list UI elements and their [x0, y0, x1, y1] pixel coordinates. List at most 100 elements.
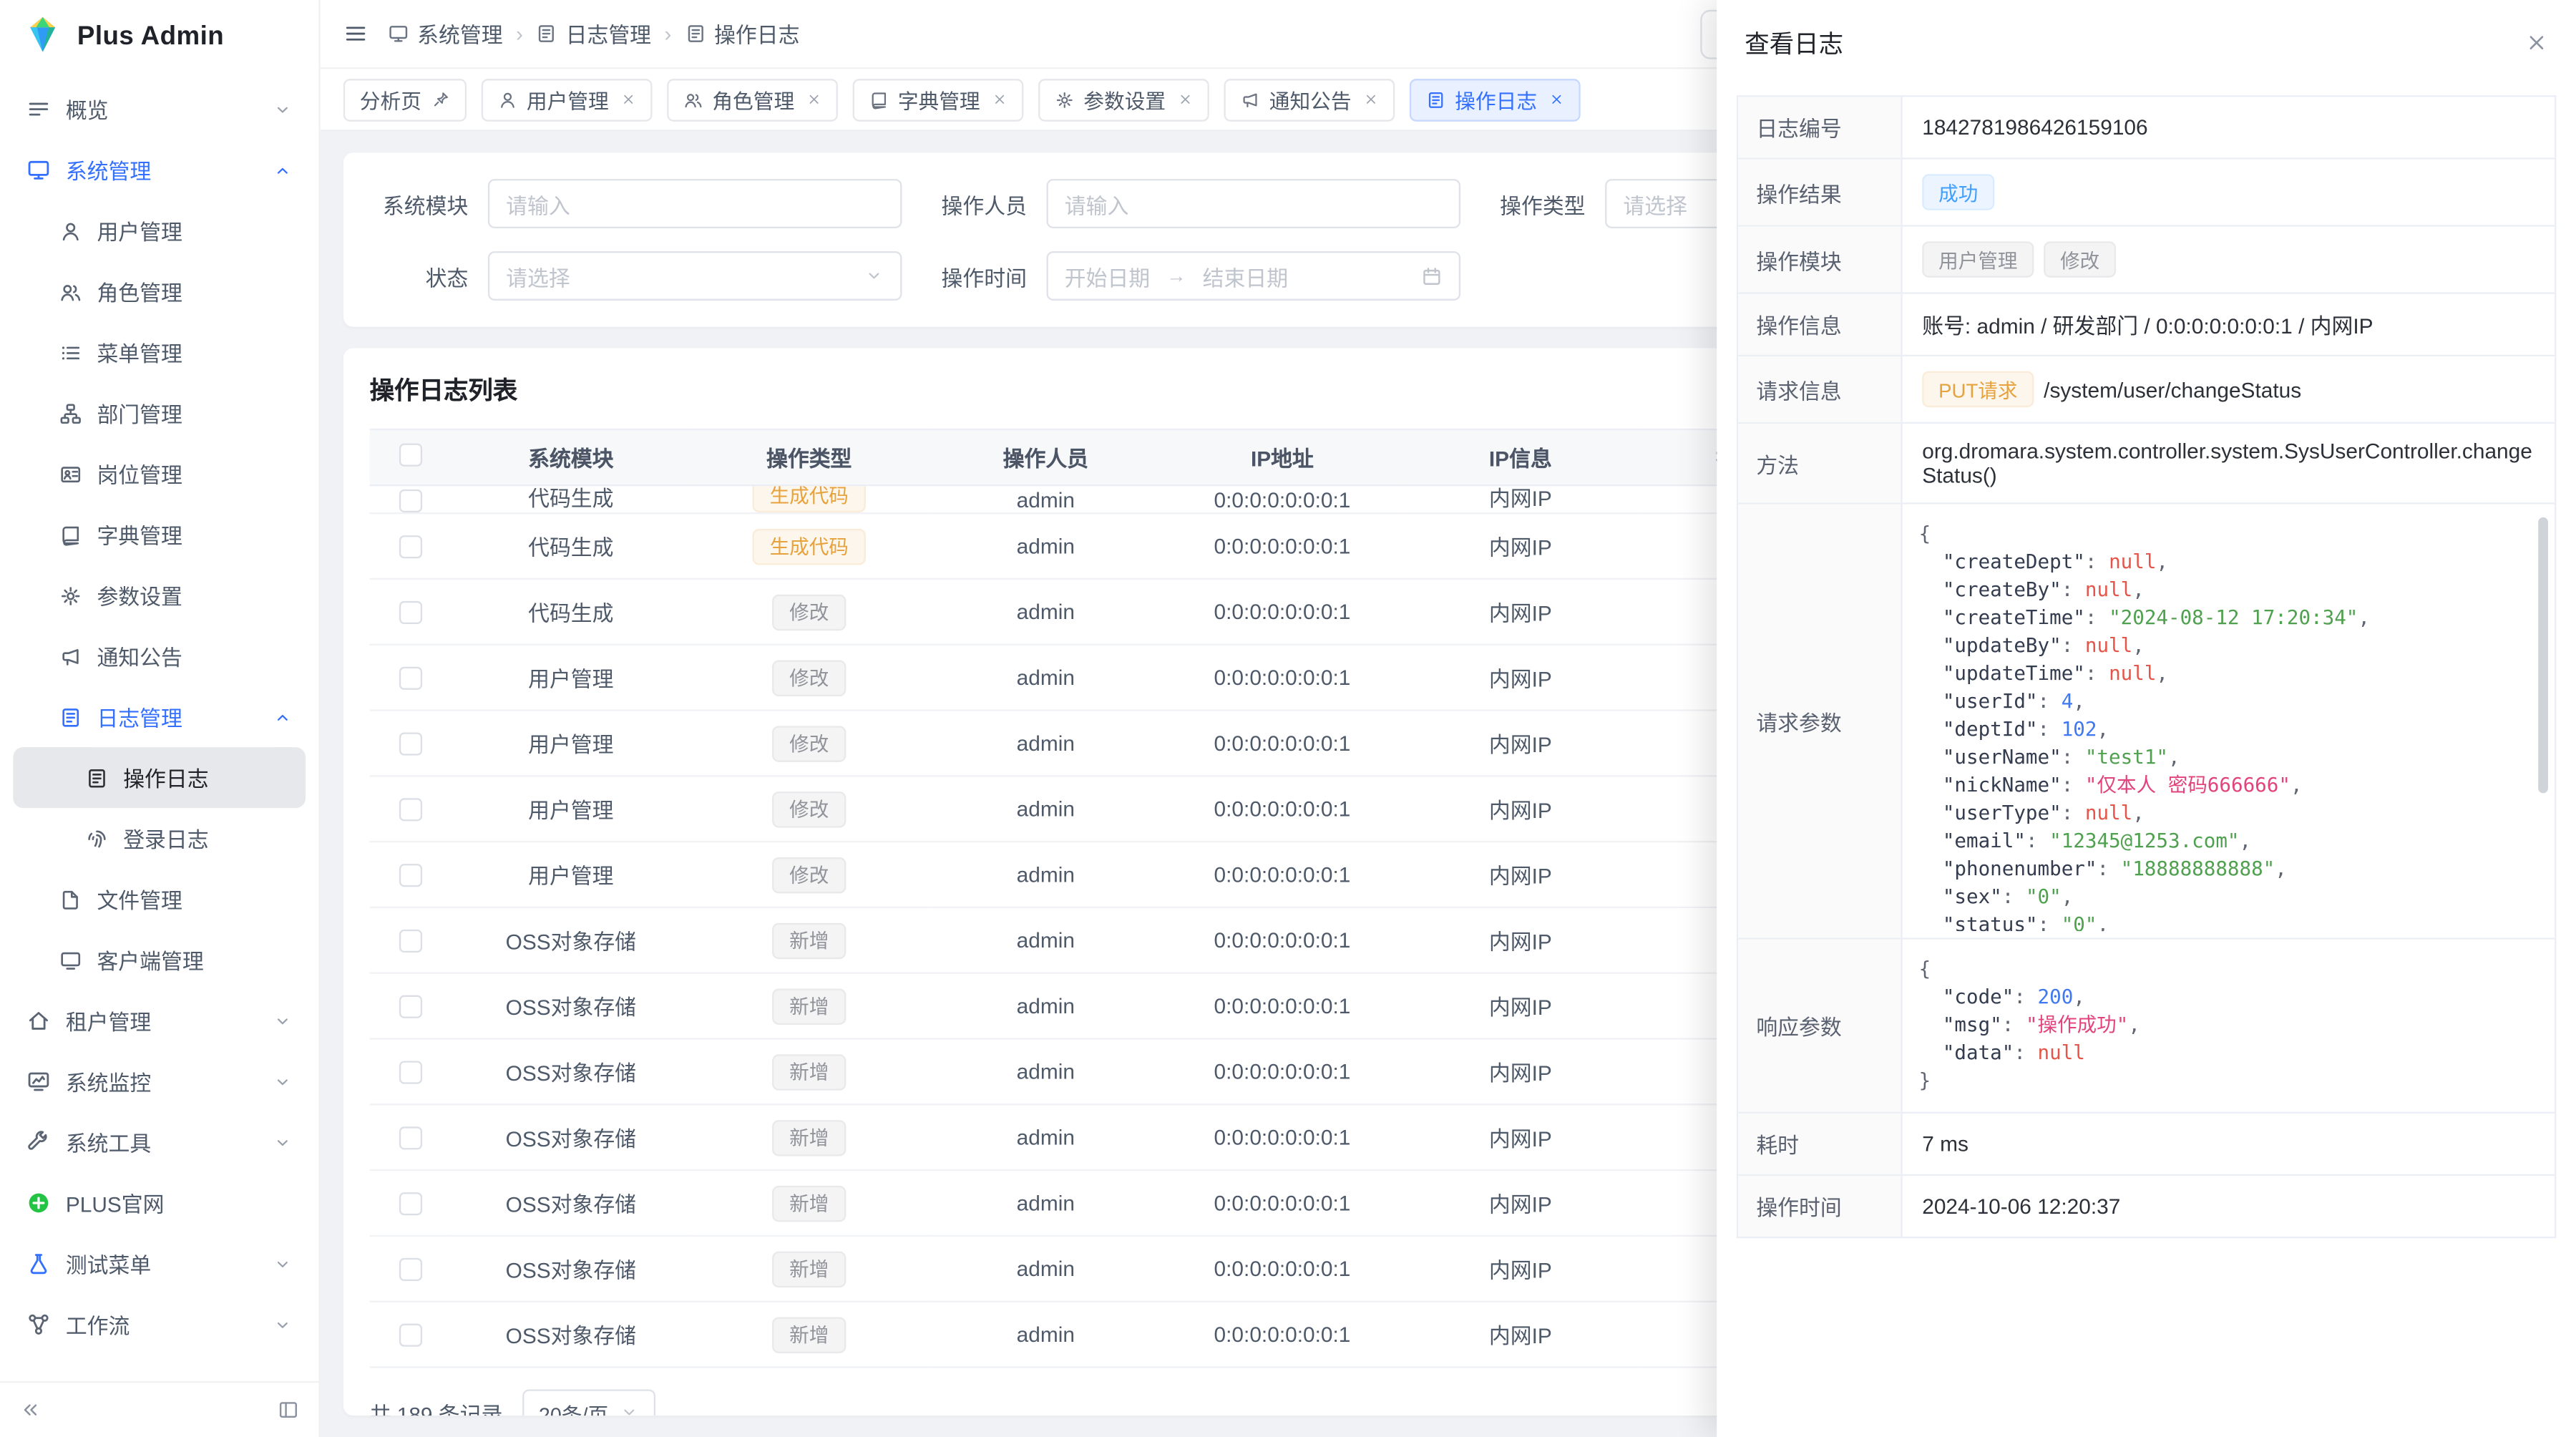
sidebar-item-plus-website[interactable]: PLUS官网: [13, 1173, 306, 1234]
dict-icon: [59, 523, 82, 546]
sidebar-item-user-management[interactable]: 用户管理: [13, 200, 306, 261]
calendar-icon: [1421, 266, 1443, 287]
tab-dict-management[interactable]: 字典管理: [852, 78, 1023, 121]
sidebar-item-workflow[interactable]: 工作流: [13, 1294, 306, 1355]
sidebar-item-test-menu[interactable]: 测试菜单: [13, 1233, 306, 1294]
row-checkbox[interactable]: [399, 489, 422, 512]
operation-log-icon: [685, 23, 706, 44]
cell-ip-address: 0:0:0:0:0:0:0:1: [1214, 600, 1351, 624]
action-type-tag: 新增: [773, 1251, 845, 1287]
app-root: Plus Admin 概览系统管理用户管理角色管理菜单管理部门管理岗位管理字典管…: [0, 0, 2576, 1437]
close-tab-icon[interactable]: [992, 92, 1007, 107]
row-checkbox[interactable]: [399, 1060, 422, 1083]
drawer-field-request: 请求信息PUT请求/system/user/changeStatus: [1738, 356, 2555, 424]
sidebar-item-tenant-management[interactable]: 租户管理: [13, 990, 306, 1051]
row-checkbox[interactable]: [399, 1126, 422, 1149]
sidebar-item-label: 参数设置: [97, 580, 292, 611]
cell-ip-address: 0:0:0:0:0:0:0:1: [1214, 862, 1351, 887]
close-tab-icon[interactable]: [806, 92, 821, 107]
filter-daterange-operation-time[interactable]: 开始日期→结束日期: [1047, 251, 1461, 301]
sidebar-item-dict-management[interactable]: 字典管理: [13, 505, 306, 565]
sidebar-item-system-tools[interactable]: 系统工具: [13, 1112, 306, 1173]
sidebar-item-label: PLUS官网: [66, 1187, 293, 1219]
cell-ip-info: 内网IP: [1489, 486, 1552, 512]
breadcrumb-item-system-management[interactable]: 系统管理: [388, 18, 503, 49]
filter-select-status[interactable]: 请选择: [488, 251, 902, 301]
sidebar-item-client-management[interactable]: 客户端管理: [13, 930, 306, 990]
breadcrumb-separator: ›: [516, 21, 523, 46]
user-icon: [59, 219, 82, 242]
cell-module: OSS对象存储: [506, 1187, 636, 1219]
close-tab-icon[interactable]: [620, 92, 635, 107]
cell-operator: admin: [1017, 488, 1075, 512]
page-size-select[interactable]: 20条/页: [522, 1389, 656, 1416]
collapse-sidebar-button[interactable]: [20, 1399, 42, 1421]
sidebar-item-operation-log[interactable]: 操作日志: [13, 747, 306, 808]
action-type-tag: 新增: [773, 1185, 845, 1221]
close-tab-icon[interactable]: [1177, 92, 1192, 107]
cell-ip-address: 0:0:0:0:0:0:0:1: [1214, 1059, 1351, 1083]
row-checkbox[interactable]: [399, 535, 422, 557]
sidebar-item-label: 工作流: [66, 1309, 258, 1340]
sidebar-item-overview[interactable]: 概览: [13, 79, 306, 140]
hamburger-menu-icon[interactable]: [343, 21, 368, 46]
cell-ip-info: 内网IP: [1489, 662, 1552, 693]
sidebar-item-system-management[interactable]: 系统管理: [13, 140, 306, 200]
cell-operator: admin: [1017, 1059, 1075, 1083]
pin-sidebar-button[interactable]: [278, 1399, 299, 1421]
row-checkbox[interactable]: [399, 1257, 422, 1280]
row-checkbox[interactable]: [399, 600, 422, 623]
cell-operator: admin: [1017, 993, 1075, 1018]
row-checkbox[interactable]: [399, 666, 422, 689]
row-checkbox[interactable]: [399, 929, 422, 952]
sidebar-item-login-log[interactable]: 登录日志: [13, 808, 306, 869]
sidebar-item-param-settings[interactable]: 参数设置: [13, 565, 306, 625]
row-checkbox[interactable]: [399, 731, 422, 754]
breadcrumb-item-operation-log[interactable]: 操作日志: [685, 18, 800, 49]
row-checkbox[interactable]: [399, 797, 422, 820]
module-tag: 用户管理: [1922, 241, 2034, 277]
tab-operation-log[interactable]: 操作日志: [1409, 78, 1580, 121]
sidebar-item-post-management[interactable]: 岗位管理: [13, 444, 306, 505]
tab-role-management[interactable]: 角色管理: [666, 78, 837, 121]
column-header: IP地址: [1163, 429, 1402, 485]
sidebar-item-role-management[interactable]: 角色管理: [13, 261, 306, 322]
cell-ip-address: 0:0:0:0:0:0:0:1: [1214, 1322, 1351, 1346]
tab-param-settings[interactable]: 参数设置: [1038, 78, 1209, 121]
cell-operator: admin: [1017, 665, 1075, 689]
tab-analysis[interactable]: 分析页: [343, 78, 466, 121]
tab-label: 操作日志: [1455, 84, 1537, 115]
cell-operator: admin: [1017, 1257, 1075, 1281]
sidebar-item-menu-management[interactable]: 菜单管理: [13, 322, 306, 383]
scrollbar-thumb[interactable]: [2538, 517, 2548, 794]
field-value-log-id: 1842781986426159106: [1903, 97, 2555, 157]
field-value-request-params: { "createDept": null, "createBy": null, …: [1903, 505, 2555, 938]
action-type-tag: 修改: [773, 594, 845, 630]
close-icon[interactable]: [2525, 31, 2548, 54]
row-checkbox[interactable]: [399, 995, 422, 1018]
tab-user-management[interactable]: 用户管理: [481, 78, 652, 121]
filter-input-operator[interactable]: 请输入: [1047, 179, 1461, 228]
drawer-field-log-id: 日志编号1842781986426159106: [1738, 97, 2555, 159]
filter-input-system-module[interactable]: 请输入: [488, 179, 902, 228]
app-logo[interactable]: Plus Admin: [0, 0, 318, 76]
close-tab-icon[interactable]: [1548, 92, 1563, 107]
sidebar-item-log-management[interactable]: 日志管理: [13, 686, 306, 747]
row-checkbox[interactable]: [399, 863, 422, 886]
sidebar-item-dept-management[interactable]: 部门管理: [13, 383, 306, 444]
row-checkbox[interactable]: [399, 1323, 422, 1346]
sidebar-item-label: 文件管理: [97, 884, 292, 915]
tab-notice[interactable]: 通知公告: [1223, 78, 1394, 121]
close-tab-icon[interactable]: [1363, 92, 1378, 107]
select-all-checkbox[interactable]: [399, 444, 422, 467]
sidebar-item-notice[interactable]: 通知公告: [13, 625, 306, 686]
row-checkbox[interactable]: [399, 1192, 422, 1214]
breadcrumb-item-log-management[interactable]: 日志管理: [536, 18, 651, 49]
column-header: IP信息: [1401, 429, 1639, 485]
sidebar-item-system-monitor[interactable]: 系统监控: [13, 1051, 306, 1112]
cell-ip-address: 0:0:0:0:0:0:0:1: [1214, 797, 1351, 821]
filter-label: 操作时间: [928, 260, 1027, 292]
sidebar-item-file-management[interactable]: 文件管理: [13, 869, 306, 930]
start-date-placeholder: 开始日期: [1065, 260, 1150, 292]
action-type-tag: 新增: [773, 1119, 845, 1155]
